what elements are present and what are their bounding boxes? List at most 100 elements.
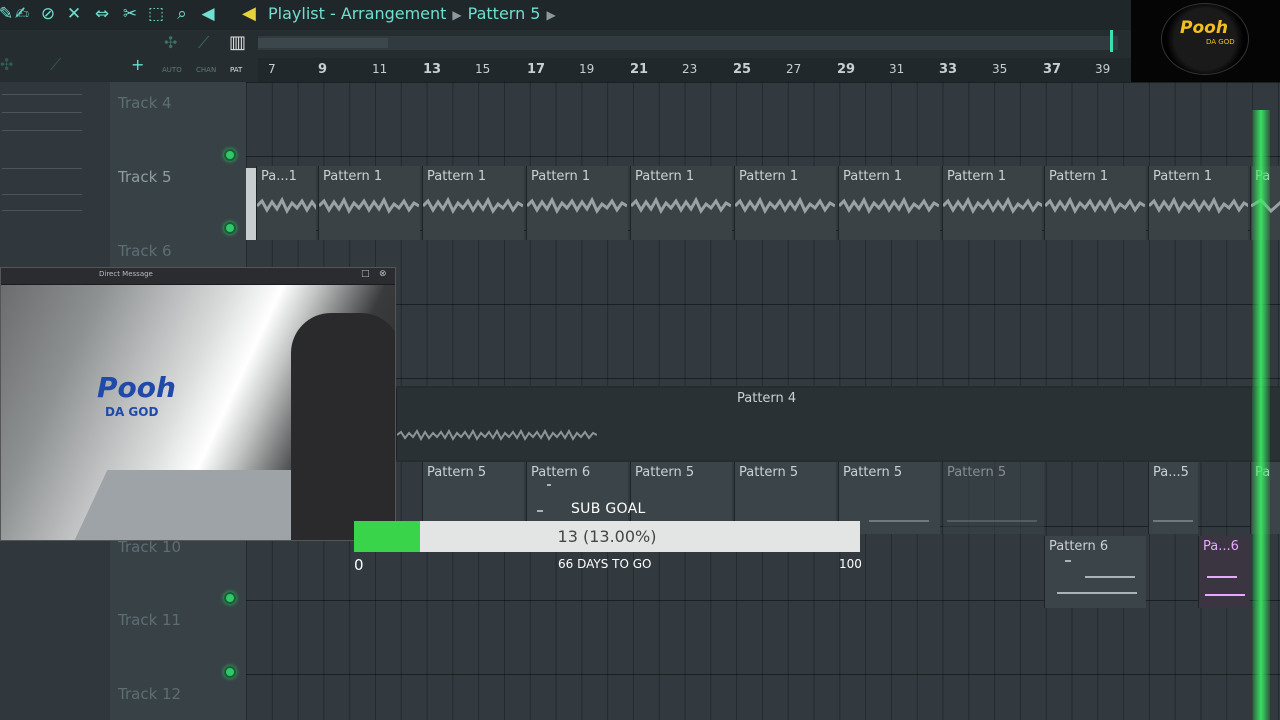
waveform xyxy=(631,196,731,215)
track-active-led[interactable] xyxy=(224,222,236,234)
chan-label[interactable]: CHAN xyxy=(196,66,216,74)
waveform xyxy=(1045,196,1145,215)
clip-label: Pattern 1 xyxy=(1049,169,1109,184)
mute-icon[interactable]: ✕ xyxy=(64,4,84,24)
pattern-clip[interactable]: Pattern 1 xyxy=(422,166,524,240)
pattern-clip[interactable]: Pattern 1 xyxy=(318,166,420,240)
sub-goal-value: 13 (13.00%) xyxy=(557,527,657,546)
logo-badge xyxy=(1161,3,1249,75)
clip-label: Pa...6 xyxy=(1203,539,1239,554)
clip-label: Pattern 5 xyxy=(427,465,487,480)
maximize-icon[interactable]: □ xyxy=(361,269,370,279)
clip-label: Pattern 5 xyxy=(947,465,1007,480)
sub-goal-days: 66 DAYS TO GO xyxy=(558,557,652,571)
clip-label: Pattern 1 xyxy=(323,169,383,184)
slip-icon[interactable]: ⇔ xyxy=(92,4,112,24)
piano-icon[interactable]: ▥ xyxy=(229,32,246,53)
song-position-marker[interactable] xyxy=(1110,30,1113,52)
webcam-titlebar: Direct Message □ ⊗ xyxy=(1,268,395,284)
speaker-icon[interactable]: ◀ xyxy=(198,4,218,24)
select-icon[interactable]: ⬚ xyxy=(146,4,166,24)
paint-icon[interactable]: ✍ xyxy=(12,4,32,24)
pattern-clip[interactable]: Pattern 1 xyxy=(734,166,836,240)
slice-icon[interactable]: ✂ xyxy=(120,4,140,24)
pattern-clip-muted[interactable]: Pattern 5 xyxy=(942,462,1044,534)
pattern-clip[interactable]: Pattern 1 xyxy=(526,166,628,240)
track-label[interactable]: Track 4 xyxy=(118,94,172,112)
clip-label: Pattern 1 xyxy=(531,169,591,184)
ruler-number: 15 xyxy=(475,62,491,76)
waveform xyxy=(839,196,939,215)
sub-goal-title: SUB GOAL xyxy=(571,501,646,517)
logo-subtext: DA GOD xyxy=(1206,38,1235,46)
pattern-clip[interactable]: Pattern 1 xyxy=(838,166,940,240)
pattern-clip[interactable]: Pattern 1 xyxy=(1044,166,1146,240)
top-toolbar: ✎ ✍ ⊘ ✕ ⇔ ✂ ⬚ ⌕ ◀ ◀ Playlist - Arrangeme… xyxy=(0,0,1280,30)
zoom-icon[interactable]: ⌕ xyxy=(172,4,192,24)
ruler-number: 27 xyxy=(786,62,802,76)
ruler-number: 39 xyxy=(1095,62,1111,76)
waveform xyxy=(1149,196,1248,215)
ruler-number: 13 xyxy=(423,62,442,77)
title-pattern[interactable]: Pattern 5 xyxy=(468,4,541,23)
clip-label: Pattern 1 xyxy=(1153,169,1213,184)
ruler-number: 7 xyxy=(268,62,276,76)
clip-label: Pattern 6 xyxy=(531,465,591,480)
track-active-led[interactable] xyxy=(224,592,236,604)
poster-logo: Pooh xyxy=(97,371,176,404)
close-icon[interactable]: ⊗ xyxy=(379,269,387,279)
ruler-number: 31 xyxy=(889,62,905,76)
pattern-clip[interactable]: Pa...6 xyxy=(1198,536,1250,608)
playhead[interactable] xyxy=(1252,110,1270,720)
clip-label: Pattern 1 xyxy=(739,169,799,184)
clip-label: Pattern 1 xyxy=(947,169,1007,184)
ruler-number: 29 xyxy=(837,62,856,77)
waveform xyxy=(257,196,316,215)
webcam-feed: Pooh DA GOD xyxy=(1,285,395,540)
track-label[interactable]: Track 5 xyxy=(118,168,172,186)
clip-label: Pattern 5 xyxy=(739,465,799,480)
ruler-number: 11 xyxy=(372,62,388,76)
clip-label: Pattern 5 xyxy=(843,465,903,480)
auto-label[interactable]: AUTO xyxy=(162,66,182,74)
pattern-clip[interactable]: Pa...1 xyxy=(256,166,316,240)
track-label[interactable]: Track 6 xyxy=(118,242,172,260)
pattern-clip[interactable]: Pa...5 xyxy=(1148,462,1198,534)
pattern-clip[interactable]: Pattern 6 xyxy=(1044,536,1146,608)
track-active-led[interactable] xyxy=(224,666,236,678)
clip-label: Pattern 1 xyxy=(427,169,487,184)
ruler-number: 23 xyxy=(682,62,698,76)
ruler-number: 17 xyxy=(527,62,546,77)
pattern-clip[interactable]: Pattern 1 xyxy=(942,166,1042,240)
snap-icon[interactable]: ✣ xyxy=(164,33,177,52)
track-label[interactable]: Track 12 xyxy=(118,685,181,703)
add-icon[interactable]: + xyxy=(131,55,144,74)
scrollbar-thumb[interactable] xyxy=(258,38,388,48)
ruler-number: 35 xyxy=(992,62,1008,76)
waveform xyxy=(397,428,597,442)
webcam-overlay: Direct Message □ ⊗ Pooh DA GOD xyxy=(0,267,396,541)
clip-label: Pattern 4 xyxy=(737,391,797,406)
poster-logo-sub: DA GOD xyxy=(105,405,159,419)
ruler-number: 9 xyxy=(318,62,328,77)
pattern-clip[interactable]: Pattern 1 xyxy=(630,166,732,240)
track-label[interactable]: Track 11 xyxy=(118,611,181,629)
link-icon[interactable]: ⟋ xyxy=(50,55,61,75)
pattern-clip[interactable]: Pattern 4 xyxy=(396,388,1280,460)
clip-label: Pattern 5 xyxy=(635,465,695,480)
pattern-clip[interactable]: Pattern 1 xyxy=(1148,166,1248,240)
pat-label[interactable]: PAT xyxy=(230,66,242,74)
ruler-number: 25 xyxy=(733,62,752,77)
track-active-led[interactable] xyxy=(224,149,236,161)
playlist-arrow-icon[interactable]: ◀ xyxy=(242,3,256,24)
waveform xyxy=(943,196,1042,215)
grid-icon[interactable]: ✣ xyxy=(0,55,13,74)
window-title: Playlist - Arrangement ▶ Pattern 5 ▶ xyxy=(268,4,556,23)
sub-goal-min: 0 xyxy=(354,556,364,574)
ruler-number: 33 xyxy=(939,62,958,77)
draw-icon[interactable]: ⟋ xyxy=(198,33,209,53)
track-selected-marker xyxy=(246,168,256,240)
waveform xyxy=(735,196,835,215)
delete-icon[interactable]: ⊘ xyxy=(38,4,58,24)
webcam-title: Direct Message xyxy=(99,270,153,278)
